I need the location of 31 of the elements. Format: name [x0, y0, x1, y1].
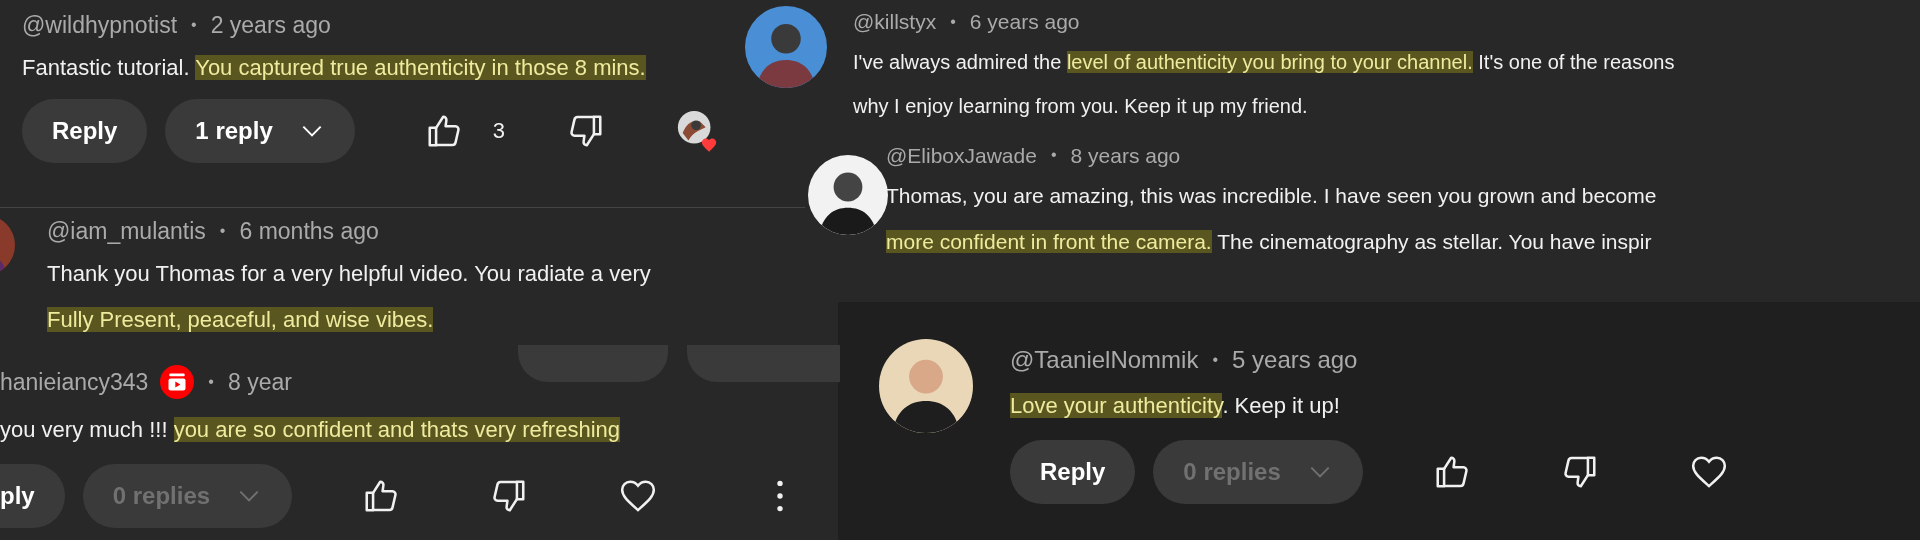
replies-button[interactable]: 1 reply — [165, 98, 355, 163]
author-name[interactable]: @killstyx — [853, 6, 937, 38]
comment-text: Thank you Thomas for a very helpful video. You radiate a very — [47, 259, 652, 288]
author-name[interactable]: @iam_mulantis — [47, 214, 206, 249]
author-name[interactable]: @EliboxJawade — [886, 139, 1037, 171]
comment-time: 6 months ago — [239, 217, 379, 246]
separator-dot: • — [219, 221, 226, 242]
author-name[interactable]: hanieiancy343 — [0, 365, 149, 400]
separator-dot: • — [1050, 145, 1057, 166]
like-count: 3 — [492, 117, 505, 145]
separator-dot: • — [208, 372, 214, 393]
comment-text: why I enjoy learning from you. Keep it up my friend. — [853, 93, 1309, 119]
comment-time: 5 years ago — [1232, 345, 1358, 375]
comment-time: 8 years ago — [1070, 142, 1181, 169]
separator-dot: • — [950, 11, 956, 32]
separator-dot: • — [191, 15, 197, 36]
separator-dot: • — [1212, 350, 1219, 370]
reply-button[interactable]: ply — [0, 463, 65, 528]
author-name[interactable]: @wildhypnotist — [22, 8, 178, 43]
reply-button[interactable]: Reply — [22, 98, 148, 163]
comment-time: 2 years ago — [210, 11, 331, 40]
reply-button[interactable]: Reply — [1010, 440, 1136, 504]
comment-time: 6 years ago — [969, 9, 1080, 35]
comment-text: Fully Present, peaceful, and wise vibes. — [47, 305, 435, 334]
comment-text: Thomas, you are amazing, this was incredible. I have seen you grown and become — [886, 183, 1658, 209]
comment-text: more confident in front the camera. The cinematography as stellar. You have inspir — [886, 229, 1653, 255]
comment-text: I've always admired the level of authenticity you bring to your channel. It's one of the reasons — [853, 49, 1676, 75]
comment-text: you very much !!! you are so confident and thats very refreshing — [0, 415, 621, 444]
author-name[interactable]: @TaanielNommik — [1010, 342, 1199, 378]
comment-text: Love your authenticity. Keep it up! — [1010, 392, 1341, 420]
comment-time: 8 year — [227, 368, 292, 397]
